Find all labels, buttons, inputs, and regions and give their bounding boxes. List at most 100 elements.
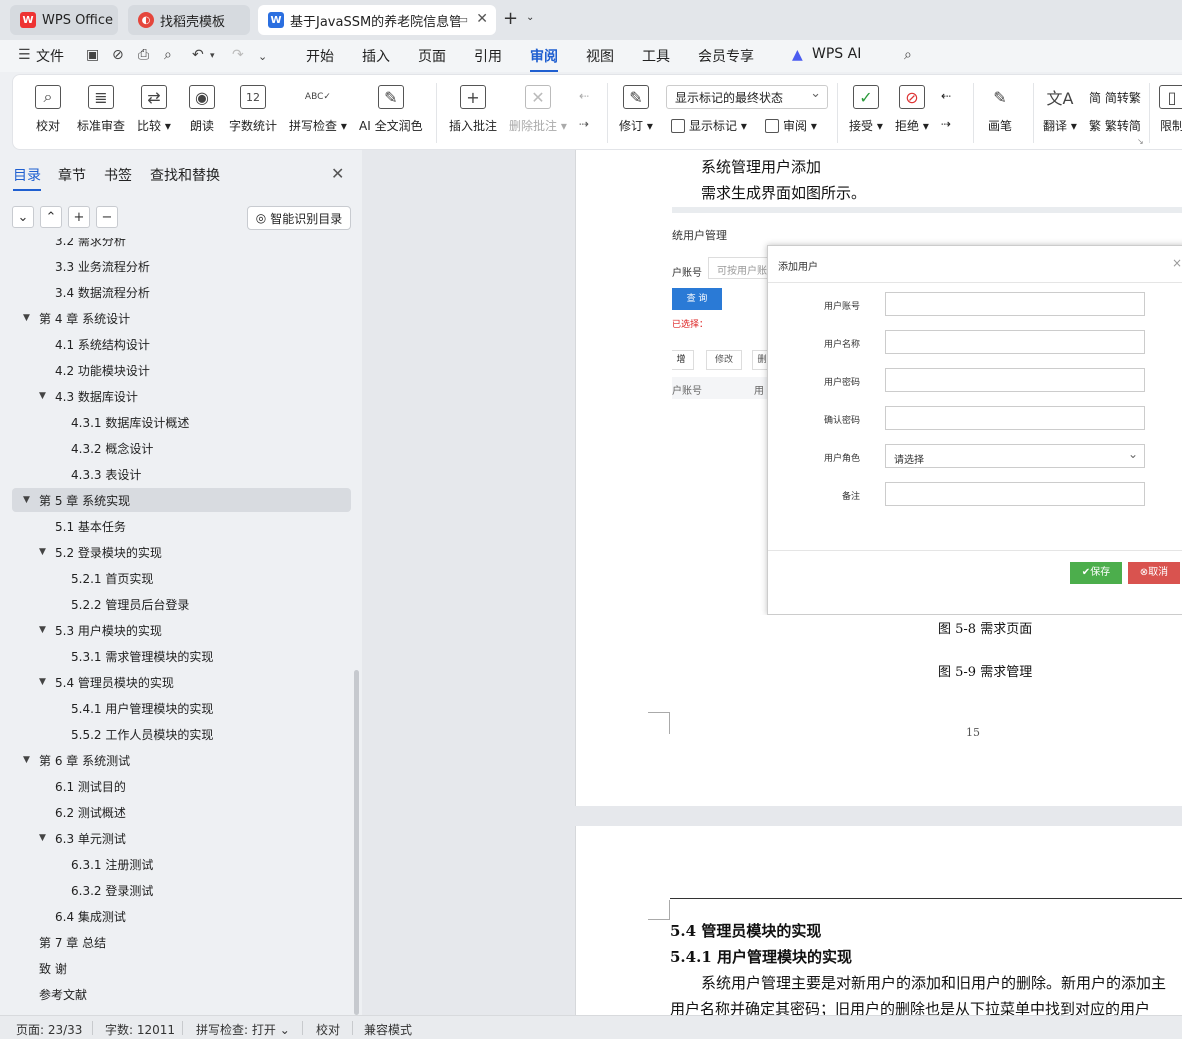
toc-item[interactable]: 4.1 系统结构设计 <box>12 332 351 356</box>
delete-comment-button[interactable]: ✕ 删除批注 ▾ <box>509 85 567 134</box>
expand-arrow-icon[interactable]: ▼ <box>39 625 46 635</box>
menu-page[interactable]: 页面 <box>418 46 446 66</box>
to-simplified-button[interactable]: 繁 繁转简 <box>1089 117 1141 134</box>
word-count[interactable]: 字数: 12011 <box>105 1021 175 1038</box>
menu-review[interactable]: 审阅 <box>530 46 558 72</box>
next-comment-icon[interactable]: ⇢ <box>579 117 589 131</box>
expand-arrow-icon[interactable]: ▼ <box>39 547 46 557</box>
toc-item[interactable]: ▼ 5.4 管理员模块的实现 <box>12 670 351 694</box>
menu-wps-ai[interactable]: WPS AI <box>812 46 861 62</box>
translate-button[interactable]: 文A 翻译 ▾ <box>1043 85 1077 134</box>
chevron-down-icon[interactable]: ▾ <box>210 51 215 61</box>
scrollbar[interactable] <box>354 670 359 1015</box>
page-indicator[interactable]: 页面: 23/33 <box>16 1021 82 1038</box>
toc-item[interactable]: 5.1 基本任务 <box>12 514 351 538</box>
tab-find-replace[interactable]: 查找和替换 <box>150 165 220 185</box>
toc-item[interactable]: 6.2 测试概述 <box>12 800 351 824</box>
print-icon[interactable]: ⎙ <box>138 47 149 63</box>
proofread-button[interactable]: ⌕ 校对 <box>35 85 61 134</box>
tab-wps-office[interactable]: W WPS Office <box>10 5 118 35</box>
toc-item[interactable]: 4.3.1 数据库设计概述 <box>12 410 351 434</box>
toc-item[interactable]: 6.1 测试目的 <box>12 774 351 798</box>
pen-button[interactable]: ✎ 画笔 <box>987 85 1013 134</box>
ai-toc-button[interactable]: ◎ 智能识别目录 <box>247 206 351 230</box>
toc-item[interactable]: 6.3.1 注册测试 <box>12 852 351 876</box>
standard-review-button[interactable]: ≣ 标准审查 <box>77 85 125 134</box>
save-icon[interactable]: ▣ <box>86 47 99 63</box>
menu-file[interactable]: 文件 <box>36 46 64 66</box>
insert-comment-button[interactable]: + 插入批注 <box>449 85 497 134</box>
tab-sections[interactable]: 章节 <box>58 165 86 185</box>
toc-item[interactable]: 4.3.3 表设计 <box>12 462 351 486</box>
toc-item[interactable]: 5.4.1 用户管理模块的实现 <box>12 696 351 720</box>
close-icon[interactable]: ✕ <box>476 11 488 27</box>
reject-button[interactable]: ⊘ 拒绝 ▾ <box>895 85 929 134</box>
close-icon[interactable]: ✕ <box>331 164 344 183</box>
toc-item[interactable]: ▼ 5.3 用户模块的实现 <box>12 618 351 642</box>
tab-document[interactable]: W 基于JavaSSM的养老院信息管 ▭ ✕ <box>258 5 496 35</box>
spell-check-button[interactable]: ABC✓ 拼写检查 ▾ <box>289 85 347 134</box>
redo-icon[interactable]: ↷ <box>232 47 244 63</box>
toc-item[interactable]: ▼ 第 4 章 系统设计 <box>12 306 351 330</box>
show-markup-button[interactable]: 显示标记 ▾ <box>671 117 747 134</box>
add-heading-button[interactable]: + <box>68 206 90 228</box>
to-traditional-button[interactable]: 简 简转繁 <box>1089 89 1141 106</box>
hamburger-icon[interactable]: ☰ <box>18 47 31 63</box>
word-count-button[interactable]: 12 字数统计 <box>229 85 277 134</box>
prev-change-icon[interactable]: ⇠ <box>941 89 951 103</box>
toc-item[interactable]: 5.3.1 需求管理模块的实现 <box>12 644 351 668</box>
menu-tools[interactable]: 工具 <box>642 46 670 66</box>
expand-arrow-icon[interactable]: ▼ <box>23 495 30 505</box>
accept-button[interactable]: ✓ 接受 ▾ <box>849 85 883 134</box>
toc-item[interactable]: 5.5.2 工作人员模块的实现 <box>12 722 351 746</box>
menu-reference[interactable]: 引用 <box>474 46 502 66</box>
menu-insert[interactable]: 插入 <box>362 46 390 66</box>
expand-arrow-icon[interactable]: ▼ <box>23 313 30 323</box>
toc-item[interactable]: ▼ 第 5 章 系统实现 <box>12 488 351 512</box>
new-tab-plus-icon[interactable]: + <box>503 8 518 29</box>
collapse-up-button[interactable]: ⌃ <box>40 206 62 228</box>
print-preview-icon[interactable]: ⌕ <box>164 47 172 63</box>
monitor-icon[interactable]: ▭ <box>458 13 468 26</box>
toc-item[interactable]: 5.2.1 首页实现 <box>12 566 351 590</box>
toc-item[interactable]: 4.3.2 概念设计 <box>12 436 351 460</box>
toc-item[interactable]: 6.3.2 登录测试 <box>12 878 351 902</box>
remove-heading-button[interactable]: − <box>96 206 118 228</box>
share-icon[interactable]: ⊘ <box>112 47 124 63</box>
toc-item[interactable]: 3.3 业务流程分析 <box>12 254 351 278</box>
menu-membership[interactable]: 会员专享 <box>698 46 754 66</box>
prev-comment-icon[interactable]: ⇠ <box>579 89 589 103</box>
menu-view[interactable]: 视图 <box>586 46 614 66</box>
chevron-down-icon[interactable]: ⌄ <box>258 50 267 63</box>
toc-item[interactable]: 参考文献 <box>12 982 351 1006</box>
collapse-down-button[interactable]: ⌄ <box>12 206 34 228</box>
undo-icon[interactable]: ↶ <box>192 47 204 63</box>
toc-item[interactable]: ▼ 4.3 数据库设计 <box>12 384 351 408</box>
tab-docer-templates[interactable]: ◐ 找稻壳模板 <box>128 5 250 35</box>
menu-start[interactable]: 开始 <box>306 46 334 66</box>
tab-bookmarks[interactable]: 书签 <box>104 165 132 185</box>
toc-item[interactable]: ▼ 第 6 章 系统测试 <box>12 748 351 772</box>
spell-check-status[interactable]: 拼写检查: 打开 ⌄ <box>196 1021 290 1038</box>
toc-item[interactable]: 5.2.2 管理员后台登录 <box>12 592 351 616</box>
expand-arrow-icon[interactable]: ▼ <box>39 391 46 401</box>
proofread-status[interactable]: 校对 <box>316 1021 340 1038</box>
tab-toc[interactable]: 目录 <box>13 165 41 191</box>
toc-item[interactable]: 致 谢 <box>12 956 351 980</box>
toc-item[interactable]: ▼ 6.3 单元测试 <box>12 826 351 850</box>
toc-item[interactable]: 3.4 数据流程分析 <box>12 280 351 304</box>
compare-button[interactable]: ⇄ 比较 ▾ <box>137 85 171 134</box>
expand-arrow-icon[interactable]: ▼ <box>39 833 46 843</box>
restrict-button[interactable]: ▯ 限制 <box>1159 85 1182 134</box>
toc-item[interactable]: 4.2 功能模块设计 <box>12 358 351 382</box>
track-changes-button[interactable]: ✎ 修订 ▾ <box>619 85 653 134</box>
next-change-icon[interactable]: ⇢ <box>941 117 951 131</box>
ai-polish-button[interactable]: ✎ AI 全文润色 <box>359 85 423 134</box>
search-icon[interactable]: ⌕ <box>904 47 912 63</box>
toc-item[interactable]: 3.2 需求分析 <box>12 238 351 252</box>
expand-arrow-icon[interactable]: ▼ <box>23 755 30 765</box>
markup-state-select[interactable]: 显示标记的最终状态 <box>666 85 828 109</box>
expand-arrow-icon[interactable]: ▼ <box>39 677 46 687</box>
toc-item[interactable]: ▼ 5.2 登录模块的实现 <box>12 540 351 564</box>
toc-item[interactable]: 第 7 章 总结 <box>12 930 351 954</box>
